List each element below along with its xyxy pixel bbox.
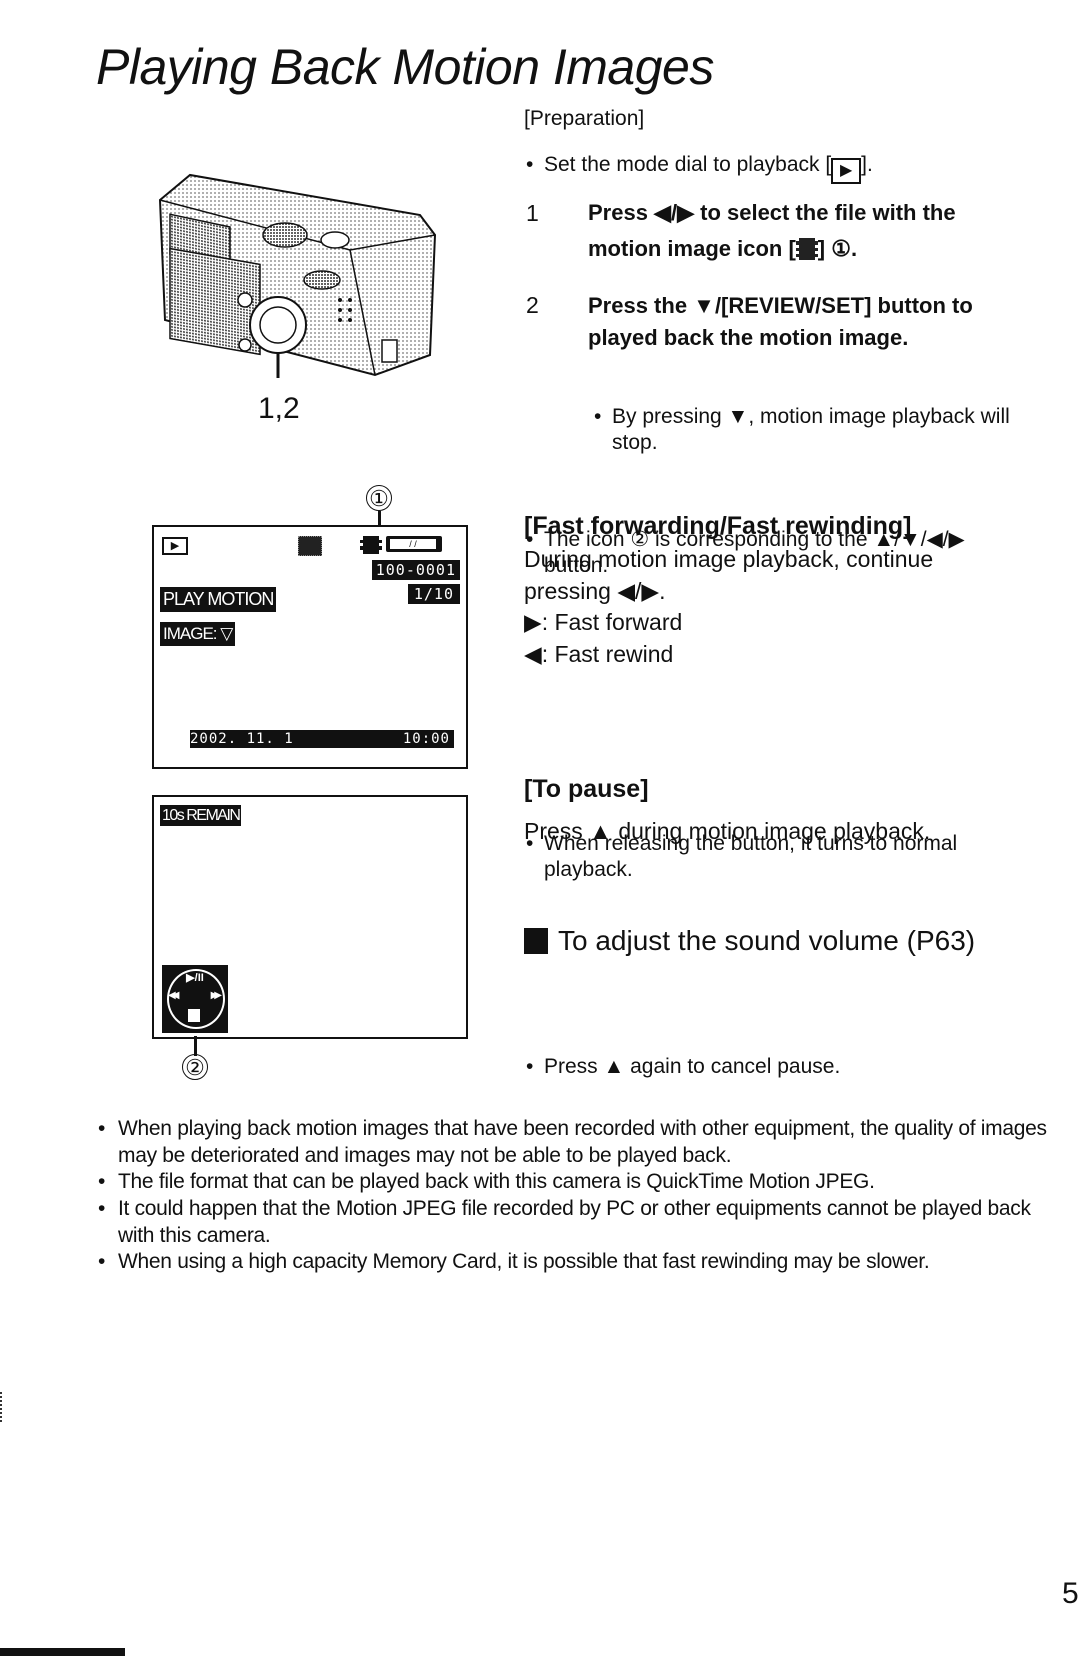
note-item: It could happen that the Motion JPEG fil… — [96, 1196, 1056, 1249]
pause-heading: [To pause] — [524, 775, 649, 803]
square-bullet-icon — [524, 928, 548, 954]
remaining-time: 10s REMAIN — [160, 805, 242, 826]
scan-edge-mark — [0, 1392, 4, 1422]
page-number: 5 — [1062, 1577, 1079, 1610]
fast-forward-heading: [Fast forwarding/Fast rewinding] — [524, 512, 912, 540]
step-2-sub-line-a: By pressing ▼, motion image playback wil… — [612, 405, 1010, 428]
pause-line: Press ▲ during motion image playback. — [524, 818, 931, 844]
motion-image-icon — [795, 238, 818, 261]
camera-illustration — [158, 173, 437, 378]
play-motion-label: PLAY MOTION — [160, 587, 277, 612]
callout-2-leader — [194, 1036, 197, 1056]
note-item: When playing back motion images that hav… — [96, 1116, 1056, 1169]
step-2-text: Press the ▼/[REVIEW/SET] button to playe… — [588, 290, 1068, 354]
fast-line-1: During motion image playback, continue — [524, 546, 934, 572]
preparation-bullet: Set the mode dial to playback [▶]. — [524, 152, 1080, 184]
step-1-text: Press ◀/▶ to select the file with the mo… — [588, 195, 1058, 268]
lcd-screen-motion-playback: 10s REMAIN ▶/II ◀◀ ▶▶ — [152, 795, 468, 1039]
audio-icon — [298, 536, 322, 556]
volume-text: To adjust the sound volume (P63) — [558, 925, 976, 956]
page-bleed-mark — [0, 1648, 125, 1656]
playback-mode-icon: ▶ — [162, 537, 188, 555]
preparation-text: Set the mode dial to playback [ — [544, 153, 832, 176]
playback-icon: ▶ — [831, 158, 862, 184]
step-2-sub-bullet: By pressing ▼, motion image playback wil… — [592, 404, 1072, 457]
fast-forward-body: During motion image playback, continue p… — [524, 544, 933, 671]
fast-rewind-line: ◀: Fast rewind — [524, 641, 674, 668]
step-1-line-b: motion image icon [ ] ①. — [588, 231, 1058, 267]
date: 2002. 11. 1 — [190, 731, 294, 747]
step-2-line-a: Press the ▼/[REVIEW/SET] button to — [588, 293, 973, 318]
preparation-heading: [Preparation] — [524, 107, 645, 130]
fast-note-line-b: playback. — [544, 858, 633, 882]
camera-callout-label: 1,2 — [258, 392, 300, 425]
page-title: Playing Back Motion Images — [96, 39, 714, 95]
pause-note: Press ▲ again to cancel pause. — [524, 1054, 1080, 1081]
motion-film-icon — [360, 536, 382, 554]
time: 10:00 — [402, 731, 450, 747]
step-2-line-b: played back the motion image. — [588, 324, 909, 350]
step-2-number: 2 — [526, 292, 539, 318]
stop-icon — [188, 1009, 200, 1022]
fast-forward-icon: ▶▶ — [210, 990, 223, 1001]
fast-line-2: pressing ◀/▶. — [524, 577, 666, 604]
notes-list: When playing back motion images that hav… — [96, 1116, 1056, 1276]
note-item: When using a high capacity Memory Card, … — [96, 1249, 1056, 1276]
rewind-icon: ◀◀ — [168, 990, 180, 1001]
fast-forward-line: ▶: Fast forward — [524, 609, 683, 636]
callout-1: ① — [366, 485, 392, 511]
step-1-number: 1 — [526, 200, 539, 226]
battery-icon: / / — [386, 536, 442, 552]
step-1-line-b-end: ] ①. — [817, 236, 858, 262]
playback-control-pad: ▶/II ◀◀ ▶▶ — [162, 965, 228, 1033]
callout-2: ② — [182, 1054, 208, 1080]
step-1-line-a: Press ◀/▶ to select the file with the — [588, 200, 956, 225]
volume-reference: To adjust the sound volume (P63) — [524, 925, 975, 957]
play-pause-icon: ▶/II — [186, 972, 204, 984]
step-2-sub-line-b: stop. — [612, 431, 658, 455]
file-number: 100-0001 — [371, 560, 460, 580]
date-time-bar: 2002. 11. 1 10:00 — [190, 730, 454, 748]
preparation-text-end: ]. — [861, 153, 873, 176]
step-1-line-b-text: motion image icon [ — [588, 236, 796, 262]
lcd-screen-playback: ▶ / / 100-0001 1/10 PLAY MOTION IMAGE: ▽… — [152, 525, 468, 769]
frame-count: 1/10 — [407, 584, 460, 604]
note-item: The file format that can be played back … — [96, 1169, 1056, 1196]
image-prompt: IMAGE: ▽ — [160, 622, 236, 646]
